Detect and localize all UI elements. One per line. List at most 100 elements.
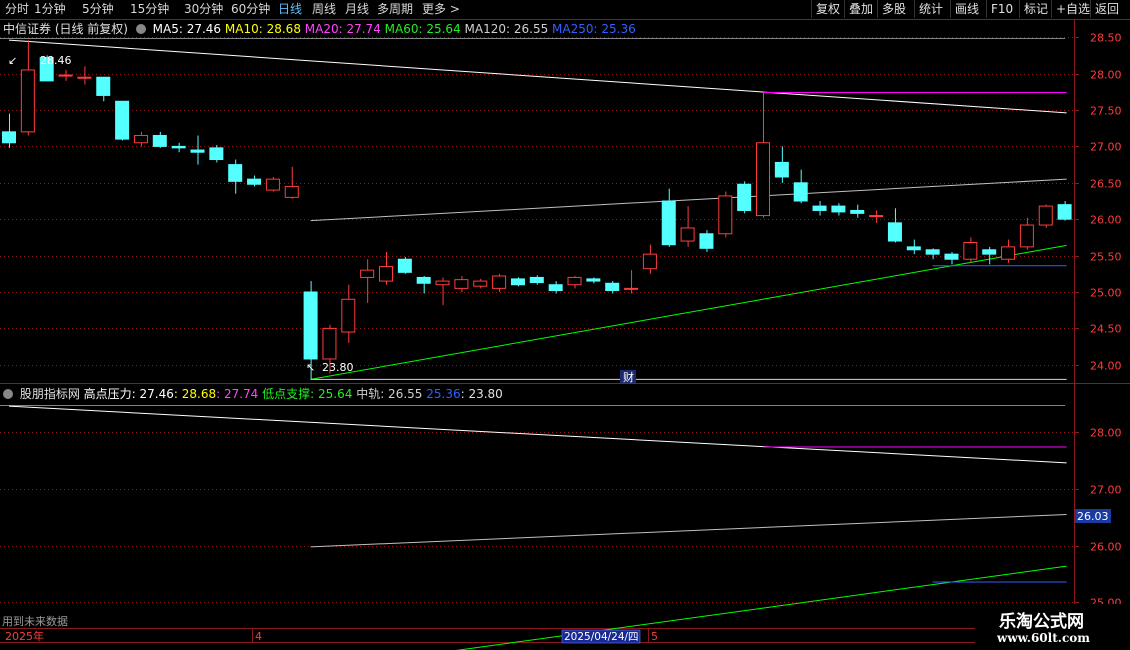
candle-body	[756, 142, 770, 217]
price-tick-label: 26.50	[1090, 178, 1122, 191]
high-price-label: 28.46	[40, 54, 72, 67]
candle	[510, 277, 525, 287]
candle-body	[20, 69, 35, 133]
candle	[529, 275, 544, 285]
candle	[756, 91, 770, 218]
candle-body	[680, 227, 695, 242]
candle	[96, 76, 111, 102]
sub-indicator-lines	[8, 405, 1067, 650]
candle-body	[737, 183, 752, 211]
candle-body	[718, 195, 733, 235]
candle-body	[624, 287, 639, 290]
collapse-icon[interactable]	[135, 24, 146, 34]
candle	[20, 40, 35, 136]
main-header: 中信证券 (日线 前复权) MA5: 27.46 MA10: 28.68 MA2…	[3, 21, 636, 37]
candle	[171, 142, 186, 153]
watermark-url: www.60lt.com	[997, 631, 1090, 645]
candle-body	[529, 276, 544, 284]
sub-value-1: : 28.68	[173, 387, 217, 401]
candle-body	[982, 249, 997, 255]
low-support-value: 低点支撑: 25.64	[262, 387, 353, 401]
candle	[774, 146, 789, 183]
date-axis-may: 5	[651, 630, 658, 643]
candle-body	[77, 76, 92, 79]
high-arrow-icon: ↙	[8, 54, 17, 67]
candle-body	[341, 298, 356, 333]
candle	[586, 277, 601, 284]
candle-body	[548, 284, 563, 292]
price-tick-label: 27.50	[1090, 105, 1122, 118]
candle	[492, 273, 507, 292]
sub-indicator-line	[455, 565, 1067, 650]
financial-marker[interactable]: 财	[623, 370, 634, 384]
price-tick-label: 28.00	[1090, 69, 1122, 82]
candle	[247, 175, 262, 187]
candle	[1001, 239, 1016, 263]
watermark-title: 乐淘公式网	[999, 612, 1084, 632]
mid-track-value: 中轨: 26.55	[356, 387, 423, 401]
candle	[661, 188, 676, 247]
price-tick-label: 25.00	[1090, 287, 1122, 300]
candle-body	[944, 253, 959, 260]
main-grid	[0, 37, 1074, 366]
candle-body	[2, 131, 16, 144]
candle	[209, 144, 224, 163]
candle	[473, 278, 488, 289]
ma10-value: MA10: 28.68	[224, 22, 301, 36]
candle	[680, 206, 695, 247]
candle	[265, 176, 280, 192]
sub-tick-label: 27.00	[1090, 484, 1122, 497]
candle-body	[699, 233, 714, 249]
candle	[850, 204, 865, 218]
candle-body	[115, 100, 130, 140]
sub-tick-label: 26.00	[1090, 541, 1122, 554]
candle-body	[171, 145, 186, 149]
candle	[925, 248, 940, 260]
candle-body	[96, 76, 111, 96]
candle-body	[58, 74, 73, 77]
stock-title: 中信证券 (日线 前复权)	[3, 22, 128, 36]
candle-body	[416, 276, 431, 284]
candle	[944, 251, 959, 265]
candle	[435, 277, 450, 306]
candle-body	[397, 258, 412, 273]
price-tick-label: 28.50	[1090, 32, 1122, 45]
sub-value-3: 25.36	[426, 387, 461, 401]
candle	[2, 113, 16, 148]
candle	[341, 284, 356, 343]
candle-body	[303, 291, 318, 360]
candle-body	[152, 134, 167, 147]
kline-chart[interactable]: 28.50 28.00 27.50 27.00 26.50 26.00 25.50 25.00…	[0, 0, 1130, 650]
candle-body	[133, 134, 148, 144]
price-tick-label: 25.50	[1090, 251, 1122, 264]
candle-body	[1001, 246, 1016, 260]
candle-body	[963, 241, 978, 260]
candle	[869, 210, 884, 223]
candle	[397, 257, 412, 274]
candle	[567, 275, 582, 289]
candle	[812, 201, 827, 216]
candle-body	[473, 280, 488, 287]
candle	[963, 237, 978, 263]
candle-body	[831, 205, 846, 213]
candle	[284, 166, 299, 199]
candle-body	[228, 164, 243, 182]
candle	[416, 275, 431, 294]
selected-date[interactable]: 2025/04/24/四	[564, 631, 639, 643]
candle	[793, 169, 808, 204]
sub-value-4: : 23.80	[460, 387, 503, 401]
ma120-value: MA120: 26.55	[464, 22, 549, 36]
high-pressure-value: 高点压力: 27.46	[83, 387, 174, 401]
sub-header: 股朋指标网 高点压力: 27.46: 28.68: 27.74 低点支撑: 25…	[3, 386, 503, 402]
price-tick-label: 27.00	[1090, 141, 1122, 154]
candle	[737, 181, 752, 214]
candle	[605, 281, 620, 294]
candle	[906, 239, 921, 255]
candle-body	[906, 246, 921, 251]
candle-body	[284, 185, 299, 198]
sub-collapse-icon[interactable]	[3, 389, 13, 399]
candle	[887, 208, 902, 243]
candle-body	[605, 282, 620, 292]
candle-body	[209, 147, 224, 161]
candle	[1019, 217, 1034, 250]
